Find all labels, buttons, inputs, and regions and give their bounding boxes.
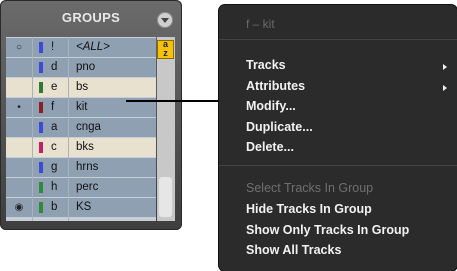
group-id: c: [51, 141, 57, 153]
groups-scrollbar[interactable]: a z: [157, 37, 175, 221]
menu-item-show-only-tracks-in-group[interactable]: Show Only Tracks In Group: [246, 223, 409, 237]
submenu-arrow-icon: [443, 64, 447, 70]
group-name: pno: [76, 61, 96, 73]
group-row[interactable]: d pno: [6, 58, 156, 77]
group-name: kit: [76, 101, 88, 113]
group-id: h: [51, 181, 58, 193]
group-row[interactable]: g hrns: [6, 158, 156, 177]
group-color-swatch: [39, 162, 43, 173]
group-name: bs: [76, 81, 89, 93]
group-color-swatch: [39, 102, 43, 113]
menu-item-delete[interactable]: Delete...: [246, 140, 294, 154]
column-divider: [68, 37, 69, 221]
group-color-swatch: [39, 182, 43, 193]
group-id: e: [51, 81, 58, 93]
group-row[interactable]: h perc: [6, 178, 156, 197]
sort-az-button[interactable]: a z: [157, 40, 174, 59]
submenu-arrow-icon: [443, 85, 447, 91]
group-id: a: [51, 121, 58, 133]
group-id: !: [51, 41, 55, 53]
menu-item-modify[interactable]: Modify...: [246, 99, 296, 113]
menu-item-select-tracks-in-group: Select Tracks In Group: [246, 181, 374, 195]
group-color-swatch: [39, 42, 43, 53]
group-name: <ALL>: [76, 41, 110, 53]
group-color-swatch: [39, 142, 43, 153]
menu-item-attributes[interactable]: Attributes: [246, 79, 305, 93]
group-row[interactable]: e bs: [6, 78, 156, 97]
callout-line: [126, 100, 220, 102]
groups-menu-button[interactable]: [157, 12, 173, 28]
groups-list: ○! <ALL> d pno e bs • f kit a cnga c bks g hrns …: [6, 37, 156, 221]
menu-separator: [219, 165, 457, 166]
active-indicator[interactable]: ◉: [14, 198, 24, 217]
menu-item-hide-tracks-in-group[interactable]: Hide Tracks In Group: [246, 202, 372, 216]
group-row[interactable]: a cnga: [6, 118, 156, 137]
group-id: d: [51, 61, 58, 73]
group-name: KS: [76, 201, 92, 213]
scrollbar-thumb[interactable]: [159, 177, 172, 217]
group-color-swatch: [39, 202, 43, 213]
active-indicator[interactable]: ○: [14, 38, 24, 57]
menu-item-duplicate[interactable]: Duplicate...: [246, 120, 313, 134]
groups-panel: GROUPS ○! <ALL> d pno e bs • f kit a cnga c bks…: [0, 0, 182, 230]
groups-title: GROUPS: [61, 10, 121, 25]
menu-item-tracks[interactable]: Tracks: [246, 58, 286, 72]
group-name: cnga: [76, 121, 101, 133]
group-color-swatch: [39, 62, 43, 73]
groups-header: GROUPS: [0, 0, 182, 36]
group-id: b: [51, 201, 58, 213]
group-name: bks: [76, 141, 94, 153]
group-name: hrns: [76, 161, 99, 173]
menu-title: f – kit: [246, 17, 275, 31]
group-id: g: [51, 161, 58, 173]
group-color-swatch: [39, 122, 43, 133]
group-color-swatch: [39, 82, 43, 93]
menu-separator: [219, 39, 457, 40]
menu-item-show-all-tracks[interactable]: Show All Tracks: [246, 243, 341, 257]
group-context-menu: f – kit Tracks Attributes Modify... Dupl…: [219, 5, 457, 271]
active-indicator[interactable]: •: [14, 98, 24, 117]
group-id: f: [51, 101, 55, 113]
group-row[interactable]: c bks: [6, 138, 156, 157]
group-name: perc: [76, 181, 99, 193]
group-row[interactable]: ○! <ALL>: [6, 38, 156, 57]
group-row[interactable]: ◉ b KS: [6, 198, 156, 217]
column-divider: [32, 37, 33, 221]
